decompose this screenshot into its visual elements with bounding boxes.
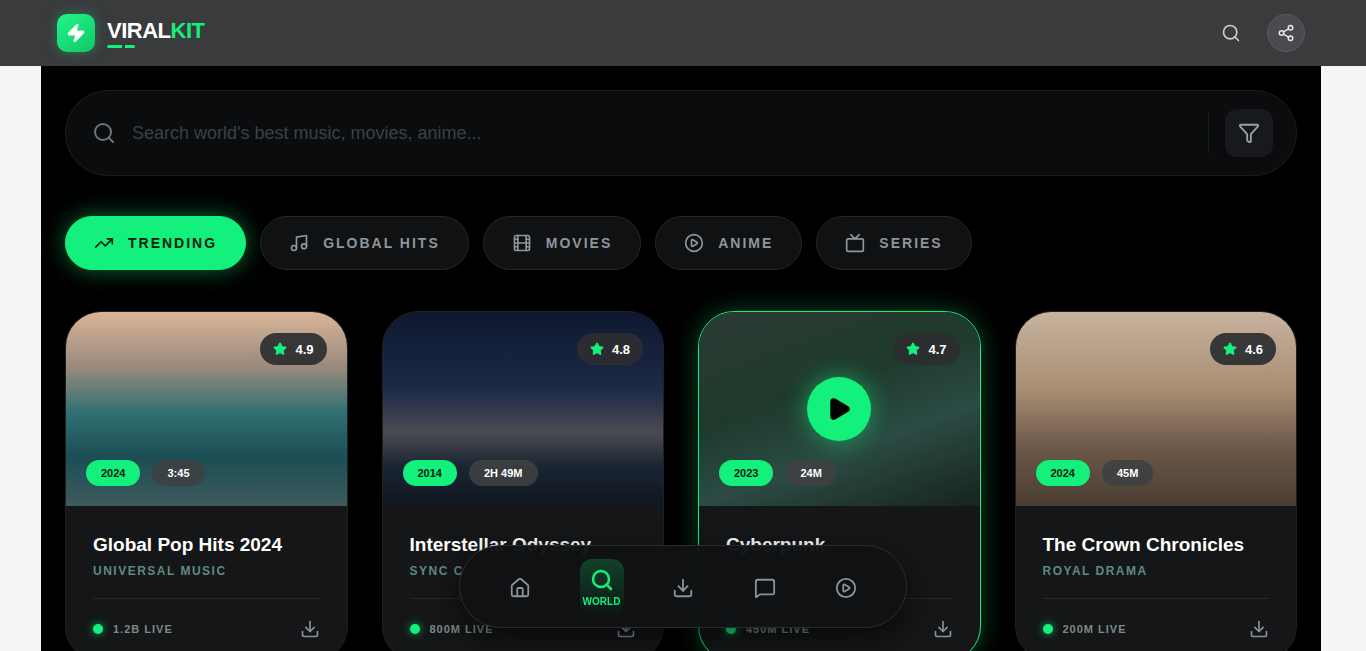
card-title: The Crown Chronicles [1043,534,1270,556]
card-body: Global Pop Hits 2024 UNIVERSAL MUSIC 1.2B … [66,506,347,651]
download-icon [1249,619,1269,639]
bolt-icon [66,23,86,43]
trending-icon [94,233,114,253]
category-tab[interactable]: GLOBAL HITS [260,216,469,270]
card-footer: 1.2B LIVE [93,599,320,651]
card-divider [1043,598,1270,599]
filter-button[interactable] [1225,109,1273,157]
live-count: 1.2B LIVE [93,623,173,635]
play-button[interactable] [807,377,871,441]
play-icon [826,396,852,422]
download-icon [933,619,953,639]
duration-tag: 2H 49M [469,460,538,486]
home-icon [509,577,531,599]
share-button[interactable] [1267,14,1305,52]
card-image: 4.7 2023 24M [699,312,980,506]
card-image: 4.9 2024 3:45 [66,312,347,506]
card-subtitle: ROYAL DRAMA [1043,564,1270,578]
rating-badge: 4.7 [893,333,959,365]
header: VIRALKIT [0,0,1366,66]
brand-name: VIRALKIT [107,18,204,48]
header-actions [1221,14,1305,52]
card-divider [93,598,320,599]
nav-item[interactable] [498,559,542,615]
category-tab[interactable]: MOVIES [483,216,641,270]
category-tab[interactable]: ANIME [655,216,802,270]
star-icon [906,342,920,356]
rating-badge: 4.9 [260,333,326,365]
live-count: 200M LIVE [1043,623,1127,635]
logo [57,14,95,52]
play-circle-icon [835,577,857,599]
year-tag: 2014 [403,460,457,486]
download-icon [300,619,320,639]
card-title: Global Pop Hits 2024 [93,534,320,556]
tv-icon [845,233,865,253]
search-button[interactable] [1221,23,1241,43]
music-icon [289,233,309,253]
card-tags: 2024 45M [1036,460,1154,486]
brand[interactable]: VIRALKIT [57,14,204,52]
live-count: 800M LIVE [410,623,494,635]
duration-tag: 24M [785,460,836,486]
search-bar [65,90,1297,176]
card-tags: 2014 2H 49M [403,460,538,486]
nav-item[interactable]: WORLD [580,559,624,615]
category-tab[interactable]: SERIES [816,216,971,270]
message-icon [754,577,776,599]
category-tabs: TRENDING GLOBAL HITS MOVIES ANIME SERIES [65,216,1297,270]
download-button[interactable] [1249,619,1269,639]
bottom-nav: WORLD [459,545,907,628]
download-button[interactable] [300,619,320,639]
live-dot [93,624,103,634]
card-tags: 2024 3:45 [86,460,205,486]
year-tag: 2024 [86,460,140,486]
live-dot [410,624,420,634]
filter-icon [1238,122,1260,144]
card-image: 4.6 2024 45M [1016,312,1297,506]
download-icon [672,577,694,599]
share-icon [1277,24,1295,42]
media-card[interactable]: 4.9 2024 3:45 Global Pop Hits 2024 UNIVERSAL… [65,311,348,651]
category-tab[interactable]: TRENDING [65,216,246,270]
star-icon [1223,342,1237,356]
rating-badge: 4.6 [1210,333,1276,365]
nav-item[interactable] [661,559,705,615]
search-divider [1208,113,1209,153]
brand-accent: KIT [171,18,205,43]
nav-label: WORLD [583,596,621,607]
search-icon [1221,23,1241,43]
card-image: 4.8 2014 2H 49M [383,312,664,506]
nav-item[interactable] [743,559,787,615]
search-icon [92,121,116,145]
media-card[interactable]: 4.6 2024 45M The Crown Chronicles ROYAL DRAM… [1015,311,1298,651]
star-icon [590,342,604,356]
rating-badge: 4.8 [577,333,643,365]
live-dot [1043,624,1053,634]
year-tag: 2024 [1036,460,1090,486]
search-input[interactable] [130,122,1194,145]
search-icon [590,568,614,592]
duration-tag: 45M [1102,460,1153,486]
play-circle-icon [684,233,704,253]
card-tags: 2023 24M [719,460,837,486]
star-icon [273,342,287,356]
year-tag: 2023 [719,460,773,486]
duration-tag: 3:45 [152,460,204,486]
card-subtitle: UNIVERSAL MUSIC [93,564,320,578]
page: VIRALKIT TRENDING GLOBAL HITS MOVIES ANIME SE… [0,0,1366,651]
film-icon [512,233,532,253]
card-footer: 200M LIVE [1043,599,1270,651]
download-button[interactable] [933,619,953,639]
nav-item[interactable] [824,559,868,615]
card-body: The Crown Chronicles ROYAL DRAMA 200M LIVE [1016,506,1297,651]
